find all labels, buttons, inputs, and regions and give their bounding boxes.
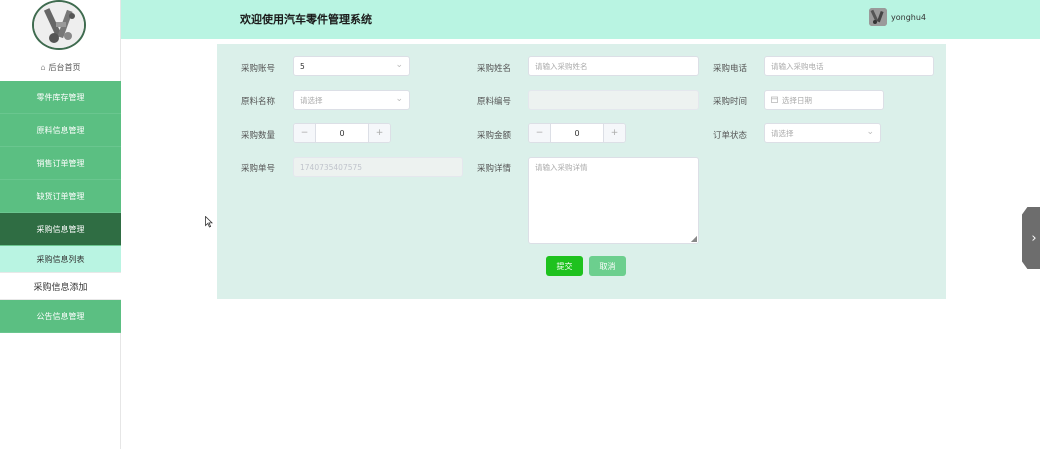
chevron-right-icon: ›: [1031, 230, 1037, 246]
purchase-form: 采购账号 5 ⌄ 采购姓名 请输入采购姓名 采购电话 请输入采购电话 原料名称 …: [217, 44, 946, 299]
status-select[interactable]: 请选择 ⌄: [764, 123, 881, 143]
account-label: 采购账号: [241, 64, 276, 74]
top-header: 欢迎使用汽车零件管理系统 yonghu4: [121, 0, 1040, 39]
detail-placeholder: 请输入采购详情: [535, 163, 588, 172]
time-label: 采购时间: [713, 97, 748, 107]
sidebar-menu: 零件库存管理 原料信息管理 销售订单管理 缺货订单管理 采购信息管理 采购信息列…: [0, 81, 121, 333]
qty-decrease-button[interactable]: −: [294, 124, 316, 142]
amount-value[interactable]: 0: [551, 124, 603, 142]
home-icon: ⌂: [40, 62, 46, 72]
name-input[interactable]: 请输入采购姓名: [528, 56, 699, 76]
date-placeholder: 选择日期: [782, 95, 812, 105]
chevron-down-icon: ⌄: [395, 94, 403, 104]
app-logo: [32, 0, 86, 50]
avatar[interactable]: [869, 8, 887, 26]
qty-label: 采购数量: [241, 131, 276, 141]
side-panel-toggle[interactable]: ›: [1022, 207, 1040, 269]
status-label: 订单状态: [713, 131, 748, 141]
qty-increase-button[interactable]: +: [368, 124, 390, 142]
calendar-icon: [771, 96, 778, 105]
phone-input[interactable]: 请输入采购电话: [764, 56, 934, 76]
sidebar-item-sales-orders[interactable]: 销售订单管理: [0, 147, 121, 180]
material-select[interactable]: 请选择 ⌄: [293, 90, 410, 110]
sidebar-home-link[interactable]: ⌂ 后台首页: [0, 58, 121, 76]
account-select[interactable]: 5 ⌄: [293, 56, 410, 76]
amount-increase-button[interactable]: +: [603, 124, 625, 142]
sidebar-item-shortage-orders[interactable]: 缺货订单管理: [0, 180, 121, 213]
submenu-item-purchase-add[interactable]: 采购信息添加: [0, 273, 121, 300]
sidebar-item-parts-inventory[interactable]: 零件库存管理: [0, 81, 121, 114]
chevron-down-icon: ⌄: [866, 127, 874, 137]
material-label: 原料名称: [241, 97, 276, 107]
sidebar: ⌂ 后台首页 零件库存管理 原料信息管理 销售订单管理 缺货订单管理 采购信息管…: [0, 0, 121, 449]
page-title: 欢迎使用汽车零件管理系统: [240, 13, 372, 26]
amount-label: 采购金额: [477, 131, 512, 141]
material-no-label: 原料编号: [477, 97, 512, 107]
amount-stepper: − 0 +: [528, 123, 626, 143]
user-menu[interactable]: yonghu4: [869, 8, 926, 26]
account-value: 5: [300, 61, 305, 71]
name-label: 采购姓名: [477, 64, 512, 74]
material-no-input: [528, 90, 699, 110]
resize-grip-icon[interactable]: ◢: [691, 235, 697, 243]
sidebar-item-announcements[interactable]: 公告信息管理: [0, 300, 121, 333]
detail-label: 采购详情: [477, 164, 512, 174]
order-no-label: 采购单号: [241, 164, 276, 174]
sidebar-home-label: 后台首页: [48, 62, 81, 72]
chevron-down-icon: ⌄: [395, 60, 403, 70]
submit-button[interactable]: 提交: [546, 256, 583, 276]
order-no-input: 1740735407575: [293, 157, 463, 177]
cancel-button[interactable]: 取消: [589, 256, 626, 276]
phone-label: 采购电话: [713, 64, 748, 74]
sidebar-item-purchase-info[interactable]: 采购信息管理: [0, 213, 121, 246]
mouse-cursor-icon: [205, 213, 213, 228]
submenu-item-purchase-list[interactable]: 采购信息列表: [0, 246, 121, 273]
detail-textarea[interactable]: 请输入采购详情 ◢: [528, 157, 699, 244]
date-picker[interactable]: 选择日期: [764, 90, 884, 110]
amount-decrease-button[interactable]: −: [529, 124, 551, 142]
qty-value[interactable]: 0: [316, 124, 368, 142]
material-placeholder: 请选择: [300, 95, 323, 105]
status-placeholder: 请选择: [771, 128, 794, 138]
sidebar-item-material-info[interactable]: 原料信息管理: [0, 114, 121, 147]
username[interactable]: yonghu4: [891, 13, 926, 22]
quantity-stepper: − 0 +: [293, 123, 391, 143]
